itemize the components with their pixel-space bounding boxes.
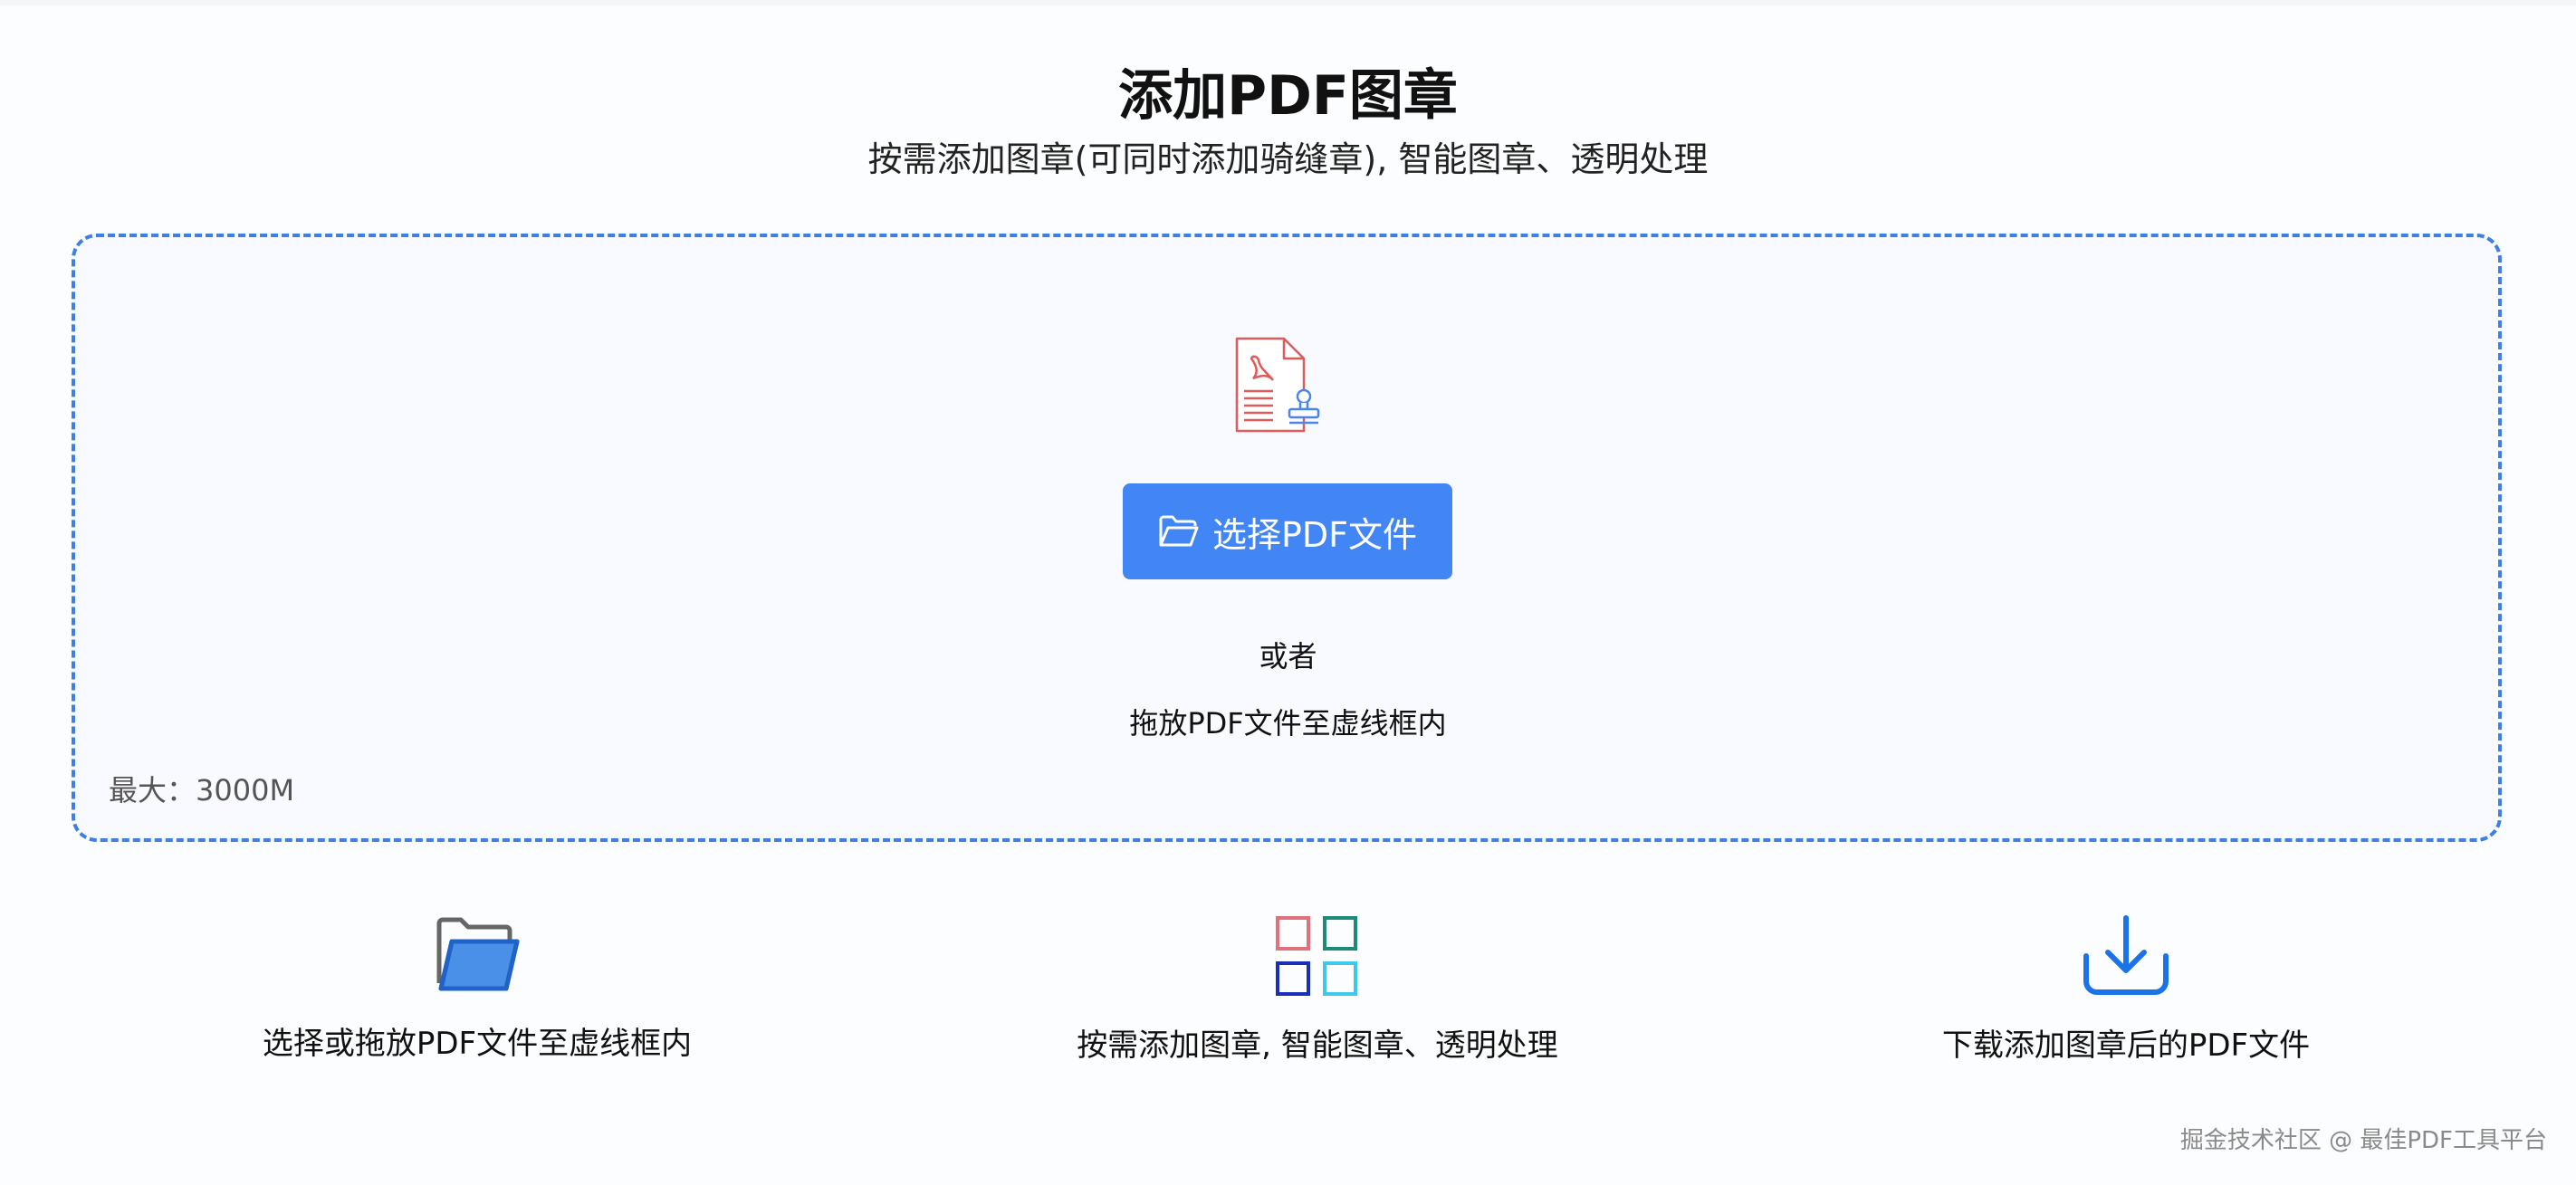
step-select-file: 选择或拖放PDF文件至虚线框内 — [115, 914, 839, 1066]
step-label: 按需添加图章, 智能图章、透明处理 — [1077, 1027, 1558, 1064]
grid-squares-icon — [1276, 916, 1357, 996]
step-label: 下载添加图章后的PDF文件 — [1941, 1027, 2311, 1064]
drag-hint: 拖放PDF文件至虚线框内 — [1129, 706, 1447, 741]
max-size-label: 最大：3000M — [109, 773, 295, 808]
select-pdf-button[interactable]: 选择PDF文件 — [1123, 483, 1452, 579]
pdf-stamp-icon — [1235, 337, 1320, 433]
folder-icon — [436, 917, 520, 991]
step-add-stamp: 按需添加图章, 智能图章、透明处理 — [955, 914, 1680, 1068]
or-text: 或者 — [1259, 639, 1317, 674]
step-label: 选择或拖放PDF文件至虚线框内 — [262, 1026, 693, 1062]
step-download: 下载添加图章后的PDF文件 — [1764, 914, 2488, 1068]
top-strip — [0, 0, 2576, 5]
page-title: 添加PDF图章 — [1118, 64, 1458, 128]
folder-open-icon — [1159, 515, 1199, 547]
download-icon — [2083, 915, 2169, 995]
watermark: 掘金技术社区 @ 最佳PDF工具平台 — [2179, 1127, 2547, 1154]
select-pdf-button-label: 选择PDF文件 — [1211, 514, 1418, 555]
page-subtitle: 按需添加图章(可同时添加骑缝章), 智能图章、透明处理 — [867, 139, 1709, 179]
